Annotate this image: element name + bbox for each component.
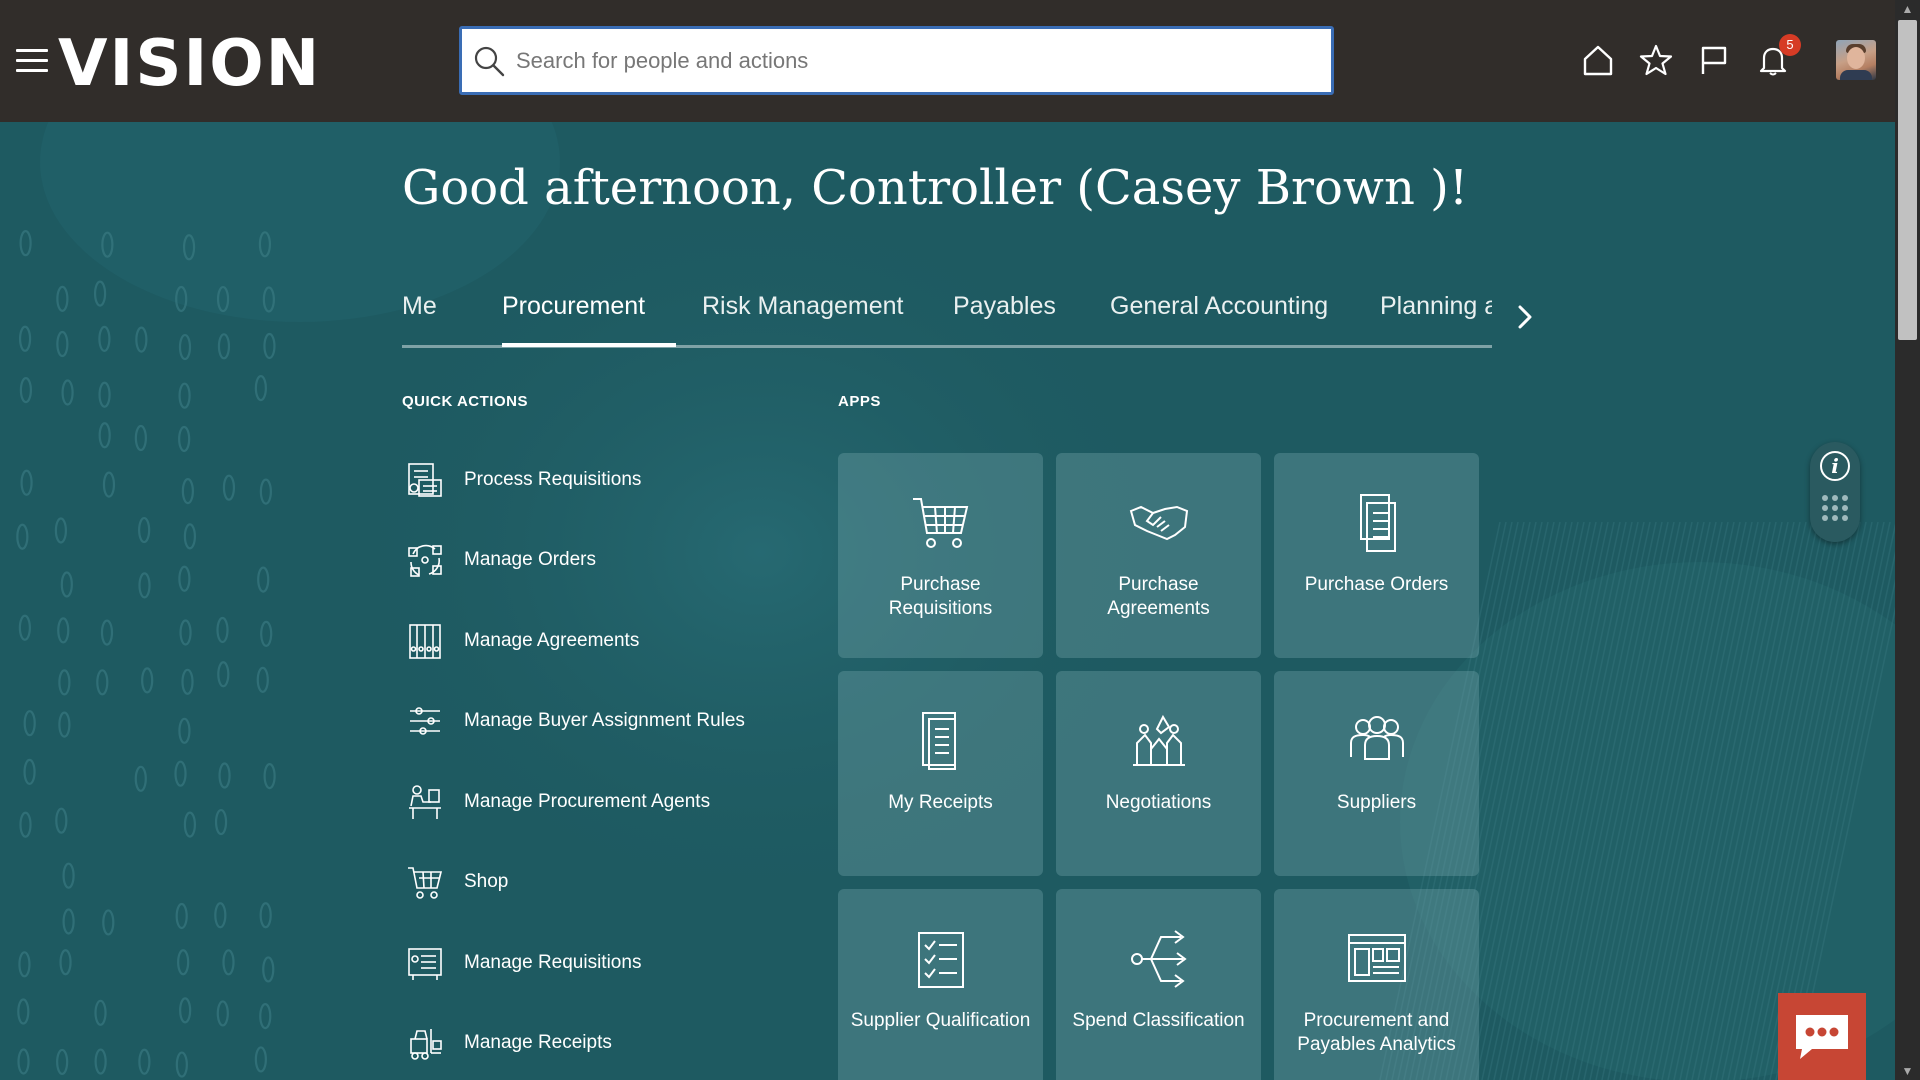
negotiation-icon [1132, 714, 1185, 766]
global-header: VISION 5 [0, 0, 1895, 122]
tab-planning[interactable]: Planning ar [1380, 292, 1492, 347]
chat-bubble-icon [1796, 1014, 1848, 1059]
app-tile-supplier-qualification[interactable]: Supplier Qualification [838, 889, 1043, 1080]
home-icon[interactable] [1578, 40, 1618, 80]
app-tile-spend-classification[interactable]: Spend Classification [1056, 889, 1261, 1080]
app-tile-label: Suppliers [1336, 792, 1417, 813]
agent-desk-icon [402, 779, 448, 825]
requisition-list-icon [402, 940, 448, 986]
app-tile-purchase-agreements[interactable]: Purchase Agreements [1056, 453, 1261, 658]
app-tile-my-receipts[interactable]: My Receipts [838, 671, 1043, 876]
quick-action-label: Manage Requisitions [464, 952, 642, 973]
notification-count-badge: 5 [1779, 34, 1801, 56]
documents-icon [1359, 494, 1396, 552]
quick-action-label: Manage Orders [464, 549, 597, 570]
app-tile-label: Spend Classification [1072, 1010, 1245, 1031]
notifications-bell-icon[interactable]: 5 [1753, 34, 1801, 80]
binders-icon [402, 618, 448, 664]
navigator-menu-icon[interactable] [16, 49, 48, 77]
quick-action-shop[interactable]: Shop [402, 857, 782, 907]
app-tile-label: Purchase Orders [1304, 574, 1449, 595]
shopping-cart-icon [402, 859, 448, 905]
app-tile-label: Supplier Qualification [850, 1010, 1031, 1031]
quick-action-label: Manage Procurement Agents [464, 791, 711, 812]
quick-action-manage-buyer-assignment-rules[interactable]: Manage Buyer Assignment Rules [402, 696, 782, 746]
quick-action-label: Manage Buyer Assignment Rules [464, 710, 745, 731]
user-avatar[interactable] [1836, 40, 1876, 80]
app-tile-purchase-orders[interactable]: Purchase Orders [1274, 453, 1479, 658]
app-tile-label: Negotiations [1105, 792, 1212, 813]
watchlist-flag-icon[interactable] [1694, 40, 1734, 80]
quick-action-manage-procurement-agents[interactable]: Manage Procurement Agents [402, 777, 782, 827]
app-tile-purchase-requisitions[interactable]: Purchase Requisitions [838, 453, 1043, 658]
app-tile-suppliers[interactable]: Suppliers [1274, 671, 1479, 876]
svg-text:i: i [1831, 454, 1839, 478]
app-tile-procurement-payables-analytics[interactable]: Procurement and Payables Analytics [1274, 889, 1479, 1080]
tab-payables[interactable]: Payables [953, 292, 1056, 347]
quick-action-label: Shop [464, 871, 509, 892]
quick-action-manage-requisitions[interactable]: Manage Requisitions [402, 938, 782, 988]
people-group-icon [1349, 716, 1404, 760]
apps-heading: APPS [838, 393, 881, 410]
page-greeting: Good afternoon, Controller (Casey Brown … [402, 160, 1469, 216]
info-widget[interactable]: i [1810, 442, 1860, 542]
app-tile-negotiations[interactable]: Negotiations [1056, 671, 1261, 876]
orders-cycle-icon [402, 537, 448, 583]
vision-logo: VISION [58, 27, 322, 101]
quick-action-label: Manage Receipts [464, 1032, 612, 1053]
global-search-box[interactable] [459, 26, 1334, 95]
classification-arrows-icon [1130, 930, 1187, 988]
tab-risk-management[interactable]: Risk Management [702, 292, 903, 347]
info-icon: i [1820, 451, 1850, 481]
quick-action-label: Process Requisitions [464, 469, 642, 490]
app-tile-label: Purchase Agreements [1107, 574, 1210, 619]
springboard-tabs: Me Procurement Risk Management Payables … [402, 290, 1492, 348]
tab-general-accounting[interactable]: General Accounting [1110, 292, 1328, 347]
apps-grid-icon [1822, 495, 1848, 521]
receipt-icon [921, 712, 956, 770]
checklist-icon [917, 932, 964, 988]
quick-action-manage-orders[interactable]: Manage Orders [402, 535, 782, 585]
scrollbar-thumb[interactable] [1898, 20, 1917, 340]
handshake-icon [1129, 505, 1188, 541]
shopping-cart-icon [912, 498, 968, 548]
tab-procurement[interactable]: Procurement [502, 292, 676, 347]
favorites-star-icon[interactable] [1636, 40, 1676, 80]
analytics-dashboard-icon [1347, 934, 1406, 982]
page-scrollbar[interactable]: ▲ ▼ [1895, 0, 1920, 1080]
app-tile-label: My Receipts [888, 792, 993, 813]
search-icon [474, 46, 505, 76]
search-input[interactable] [516, 47, 1296, 74]
tab-me[interactable]: Me [402, 292, 437, 347]
app-tile-label: Procurement and Payables Analytics [1297, 1010, 1456, 1055]
quick-action-process-requisitions[interactable]: Process Requisitions [402, 455, 782, 505]
tabs-next-chevron-icon[interactable] [1510, 302, 1540, 332]
forklift-icon [402, 1020, 448, 1066]
scroll-up-arrow-icon[interactable]: ▲ [1895, 0, 1920, 18]
chat-assistant-button[interactable] [1778, 993, 1866, 1080]
requisition-process-icon [402, 457, 448, 503]
quick-action-label: Manage Agreements [464, 630, 640, 651]
quick-actions-heading: QUICK ACTIONS [402, 393, 528, 410]
app-tile-label: Purchase Requisitions [888, 574, 993, 619]
scroll-down-arrow-icon[interactable]: ▼ [1895, 1062, 1920, 1080]
quick-action-manage-receipts[interactable]: Manage Receipts [402, 1018, 782, 1068]
quick-action-manage-agreements[interactable]: Manage Agreements [402, 616, 782, 666]
rules-sliders-icon [402, 698, 448, 744]
